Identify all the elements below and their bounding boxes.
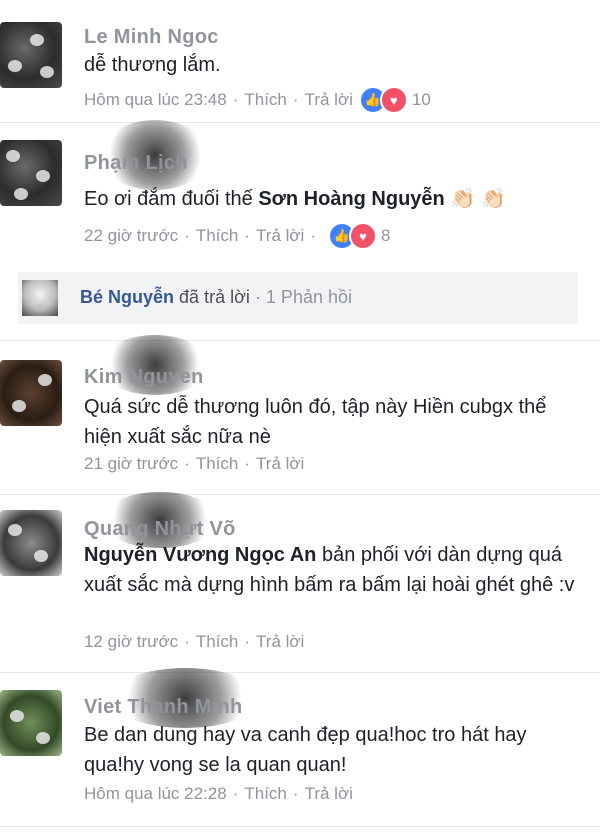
separator: · bbox=[232, 90, 239, 109]
reply-summary: Bé Nguyễn đã trả lời · 1 Phản hồi bbox=[80, 287, 352, 308]
separator: · bbox=[244, 632, 251, 651]
comment-meta: Hôm qua lúc 23:48 · Thích · Trả lời 👍 ♥ … bbox=[84, 86, 431, 114]
comment-meta: 12 giờ trước · Thích · Trả lời bbox=[84, 632, 304, 652]
avatar[interactable] bbox=[0, 360, 62, 426]
reaction-count: 8 bbox=[381, 226, 391, 245]
reactions[interactable]: 👍 ♥ 10 bbox=[358, 86, 431, 114]
separator: · bbox=[184, 632, 190, 651]
reply-link[interactable]: Trả lời bbox=[256, 454, 304, 474]
timestamp[interactable]: Hôm qua lúc 23:48 bbox=[84, 90, 227, 110]
avatar[interactable] bbox=[0, 22, 62, 88]
reactions[interactable]: 👍 ♥ 8 bbox=[328, 222, 390, 250]
comment-text: Nguyễn Vương Ngọc An bản phối với dàn dự… bbox=[84, 540, 576, 600]
avatar[interactable] bbox=[0, 140, 62, 206]
reply-author[interactable]: Bé Nguyễn bbox=[80, 287, 174, 307]
commenter-name[interactable]: Phạm Lịch bbox=[84, 152, 188, 175]
clap-emoji: 👏🏻 👏🏻 bbox=[450, 188, 507, 210]
avatar[interactable] bbox=[0, 690, 62, 756]
separator: · bbox=[292, 90, 299, 109]
comment-meta: 22 giờ trước · Thích · Trả lời · 👍 ♥ 8 bbox=[84, 222, 390, 250]
divider bbox=[0, 494, 600, 495]
comment-text: Be dan dung hay va canh đẹp qua!hoc tro … bbox=[84, 724, 527, 776]
comment-text: Eo ơi đắm đuối thế Sơn Hoàng Nguyễn 👏🏻 👏🏻 bbox=[84, 184, 576, 214]
like-link[interactable]: Thích bbox=[196, 454, 239, 474]
separator: · bbox=[244, 454, 251, 473]
divider bbox=[0, 122, 600, 123]
separator: · bbox=[232, 784, 239, 803]
like-link[interactable]: Thích bbox=[196, 226, 239, 246]
comment-text-pre: Eo ơi đắm đuối thế bbox=[84, 188, 259, 210]
comment-text: Quá sức dễ thương luôn đó, tập này Hiền … bbox=[84, 396, 547, 448]
reply-link[interactable]: Trả lời bbox=[256, 632, 304, 652]
like-link[interactable]: Thích bbox=[244, 90, 287, 110]
reply-link[interactable]: Trả lời bbox=[305, 784, 353, 804]
love-icon: ♥ bbox=[349, 222, 377, 250]
timestamp[interactable]: Hôm qua lúc 22:28 bbox=[84, 784, 227, 804]
reply-count[interactable]: 1 Phản hồi bbox=[266, 287, 352, 307]
timestamp[interactable]: 12 giờ trước bbox=[84, 632, 178, 652]
commenter-name[interactable]: Le Minh Ngoc bbox=[84, 26, 219, 49]
separator: · bbox=[244, 226, 251, 245]
separator: · bbox=[254, 287, 261, 307]
reply-action: đã trả lời bbox=[179, 287, 250, 307]
reply-link[interactable]: Trả lời bbox=[305, 90, 353, 110]
comment-meta: 21 giờ trước · Thích · Trả lời bbox=[84, 454, 304, 474]
mention-link[interactable]: Sơn Hoàng Nguyễn bbox=[258, 188, 444, 210]
separator: · bbox=[310, 226, 316, 245]
separator: · bbox=[184, 454, 190, 473]
mention-link[interactable]: Nguyễn Vương Ngọc An bbox=[84, 544, 316, 566]
reaction-count: 10 bbox=[411, 90, 431, 109]
love-icon: ♥ bbox=[379, 86, 408, 114]
divider bbox=[0, 826, 600, 827]
replies-bar[interactable]: Bé Nguyễn đã trả lời · 1 Phản hồi bbox=[18, 272, 578, 324]
reply-link[interactable]: Trả lời bbox=[256, 226, 304, 246]
like-link[interactable]: Thích bbox=[196, 632, 239, 652]
timestamp[interactable]: 21 giờ trước bbox=[84, 454, 178, 474]
like-link[interactable]: Thích bbox=[244, 784, 287, 804]
timestamp[interactable]: 22 giờ trước bbox=[84, 226, 178, 246]
comment-text: dễ thương lắm. bbox=[84, 54, 221, 76]
commenter-name[interactable]: Viet Thanh Minh bbox=[84, 696, 243, 719]
separator: · bbox=[184, 226, 190, 245]
commenter-name[interactable]: Kim Nguyen bbox=[84, 366, 204, 389]
avatar[interactable] bbox=[0, 510, 62, 576]
avatar bbox=[22, 280, 58, 316]
commenter-name[interactable]: Quang Nhựt Võ bbox=[84, 518, 236, 541]
divider bbox=[0, 340, 600, 341]
divider bbox=[0, 672, 600, 673]
separator: · bbox=[292, 784, 299, 803]
comment-meta: Hôm qua lúc 22:28 · Thích · Trả lời bbox=[84, 784, 353, 804]
